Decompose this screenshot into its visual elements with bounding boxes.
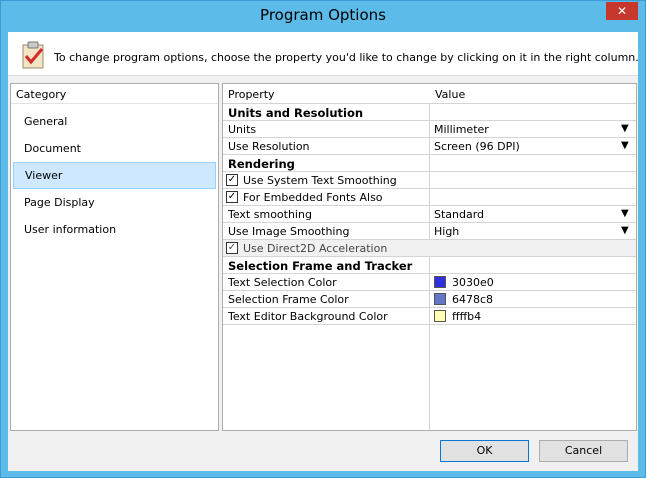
- category-item-page-display[interactable]: Page Display: [13, 189, 216, 216]
- text-smoothing-value[interactable]: Standard: [434, 208, 484, 221]
- property-row-resolution[interactable]: Use Resolution Screen (96 DPI) ▼: [223, 138, 636, 155]
- property-row-text-selection-color[interactable]: Text Selection Color 3030e0: [223, 274, 636, 291]
- category-item-document[interactable]: Document: [13, 135, 216, 162]
- section-selection-frame-and-tracker: Selection Frame and Tracker: [223, 257, 636, 274]
- category-item-user-information[interactable]: User information: [13, 216, 216, 243]
- value-column-header[interactable]: Value: [435, 88, 465, 101]
- image-smoothing-label: Use Image Smoothing: [228, 225, 350, 238]
- selection-frame-color-swatch[interactable]: [434, 293, 446, 305]
- selection-frame-color-value[interactable]: 6478c8: [452, 293, 493, 306]
- editor-background-color-swatch[interactable]: [434, 310, 446, 322]
- image-smoothing-value[interactable]: High: [434, 225, 459, 238]
- dialog-client-area: To change program options, choose the pr…: [8, 32, 639, 471]
- property-column-header[interactable]: Property: [228, 88, 275, 101]
- close-button[interactable]: ✕: [606, 2, 638, 20]
- property-row-image-smoothing[interactable]: Use Image Smoothing High ▼: [223, 223, 636, 240]
- resolution-label: Use Resolution: [228, 140, 310, 153]
- embedded-fonts-label: For Embedded Fonts Also: [243, 191, 383, 204]
- property-row-editor-background-color[interactable]: Text Editor Background Color ffffb4: [223, 308, 636, 325]
- text-selection-color-swatch[interactable]: [434, 276, 446, 288]
- property-row-text-smoothing[interactable]: Text smoothing Standard ▼: [223, 206, 636, 223]
- property-row-selection-frame-color[interactable]: Selection Frame Color 6478c8: [223, 291, 636, 308]
- clipboard-check-icon: [22, 41, 44, 69]
- category-item-viewer[interactable]: Viewer: [13, 162, 216, 189]
- system-text-smoothing-label: Use System Text Smoothing: [243, 174, 397, 187]
- property-row-direct2d[interactable]: ✓ Use Direct2D Acceleration: [223, 240, 636, 257]
- property-grid: Property Value Units and Resolution Unit…: [222, 83, 637, 431]
- title-bar[interactable]: Program Options ✕: [1, 1, 645, 32]
- category-item-general[interactable]: General: [13, 108, 216, 135]
- section-rendering: Rendering: [223, 155, 636, 172]
- dropdown-arrow-icon[interactable]: ▼: [621, 140, 631, 151]
- cancel-button[interactable]: Cancel: [539, 440, 628, 462]
- direct2d-checkbox[interactable]: ✓: [226, 242, 238, 254]
- category-list: Category General Document Viewer Page Di…: [10, 83, 219, 431]
- dropdown-arrow-icon[interactable]: ▼: [621, 123, 631, 134]
- direct2d-label: Use Direct2D Acceleration: [243, 242, 388, 255]
- property-row-embedded-fonts[interactable]: ✓ For Embedded Fonts Also: [223, 189, 636, 206]
- dialog-header: To change program options, choose the pr…: [8, 32, 639, 76]
- section-units-and-resolution: Units and Resolution: [223, 104, 636, 121]
- property-row-system-text-smoothing[interactable]: ✓ Use System Text Smoothing: [223, 172, 636, 189]
- editor-background-color-value[interactable]: ffffb4: [452, 310, 481, 323]
- dropdown-arrow-icon[interactable]: ▼: [621, 208, 631, 219]
- close-icon: ✕: [616, 4, 628, 18]
- program-options-window: Program Options ✕ To change program opti…: [0, 0, 646, 478]
- system-text-smoothing-checkbox[interactable]: ✓: [226, 174, 238, 186]
- embedded-fonts-checkbox[interactable]: ✓: [226, 191, 238, 203]
- dropdown-arrow-icon[interactable]: ▼: [621, 225, 631, 236]
- property-row-units[interactable]: Units Millimeter ▼: [223, 121, 636, 138]
- category-header: Category: [11, 84, 218, 104]
- selection-frame-color-label: Selection Frame Color: [228, 293, 349, 306]
- text-smoothing-label: Text smoothing: [228, 208, 312, 221]
- grid-header-row: Property Value: [223, 84, 636, 104]
- header-instruction: To change program options, choose the pr…: [54, 51, 639, 64]
- window-title: Program Options: [260, 6, 386, 24]
- text-selection-color-label: Text Selection Color: [228, 276, 337, 289]
- units-label: Units: [228, 123, 257, 136]
- editor-background-color-label: Text Editor Background Color: [228, 310, 388, 323]
- text-selection-color-value[interactable]: 3030e0: [452, 276, 494, 289]
- resolution-value[interactable]: Screen (96 DPI): [434, 140, 520, 153]
- ok-button[interactable]: OK: [440, 440, 529, 462]
- units-value[interactable]: Millimeter: [434, 123, 489, 136]
